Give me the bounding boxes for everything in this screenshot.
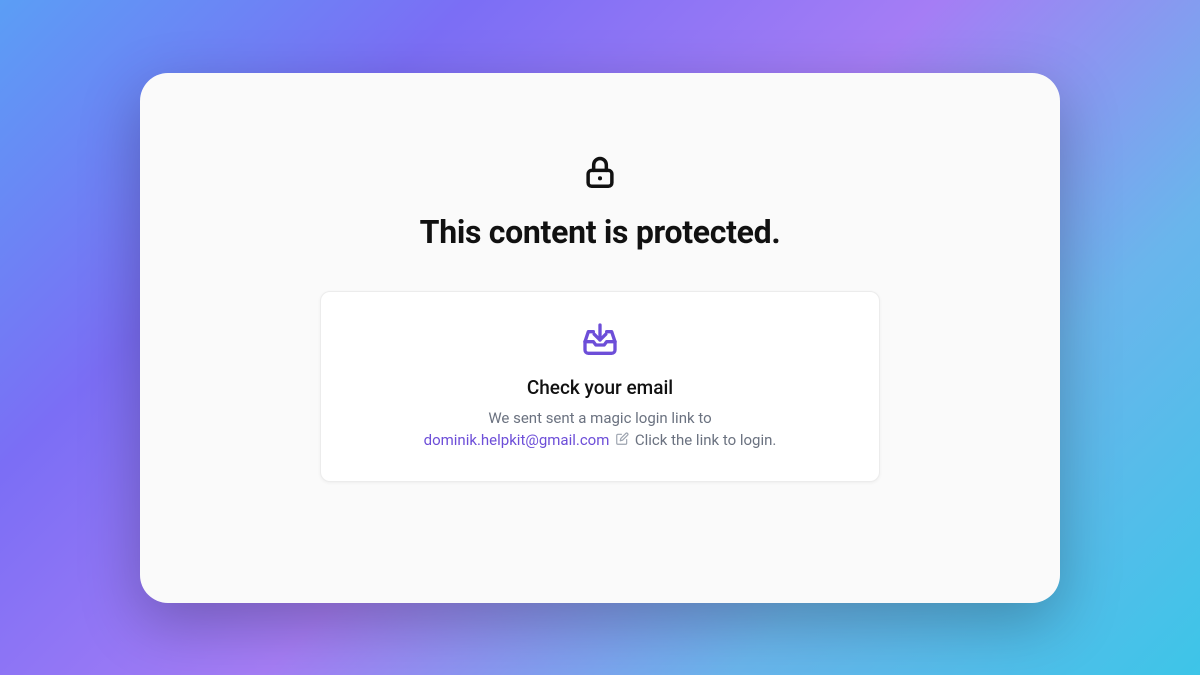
protected-content-window: This content is protected. Check your em…: [140, 73, 1060, 603]
message-before: We sent sent a magic login link to: [488, 409, 711, 427]
email-link[interactable]: dominik.helpkit@gmail.com: [424, 431, 610, 449]
card-message: We sent sent a magic login link to domin…: [424, 407, 777, 453]
email-card: Check your email We sent sent a magic lo…: [320, 291, 880, 482]
lock-icon: [581, 153, 619, 195]
inbox-download-icon: [580, 320, 620, 364]
message-after: Click the link to login.: [635, 431, 777, 449]
card-title: Check your email: [527, 376, 673, 399]
page-title: This content is protected.: [420, 213, 781, 251]
edit-icon[interactable]: [615, 430, 629, 453]
